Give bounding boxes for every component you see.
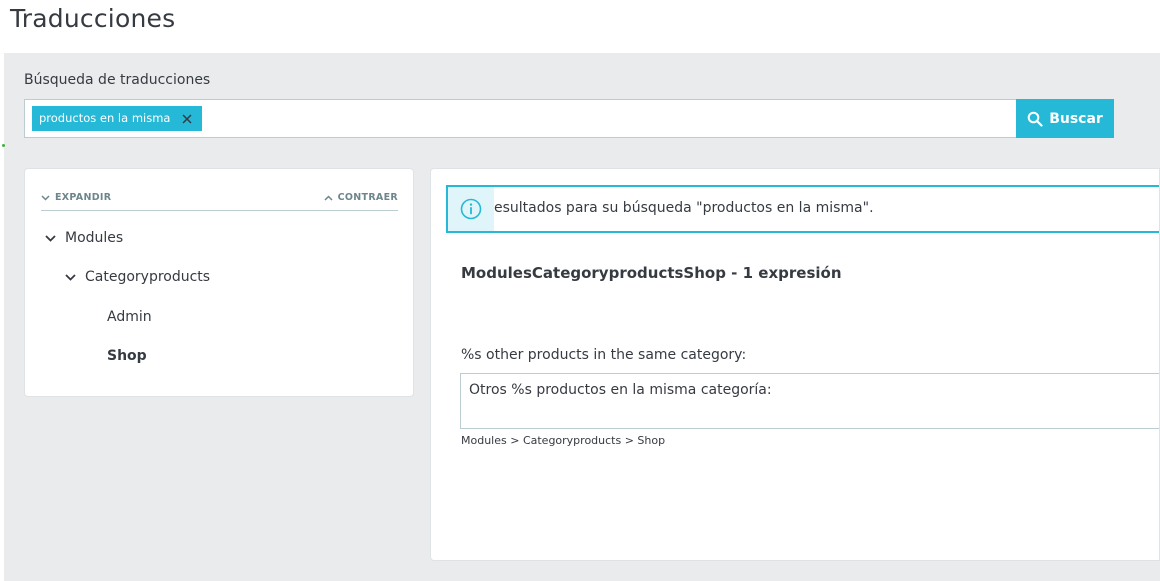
close-icon[interactable] [180, 106, 194, 131]
info-alert: esultados para su búsqueda "productos en… [446, 185, 1159, 233]
status-dot [2, 144, 5, 147]
alert-message: esultados para su búsqueda "productos en… [494, 200, 874, 216]
expand-button[interactable]: EXPANDIR [41, 192, 111, 203]
translation-field[interactable]: Otros %s productos en la misma categoría… [460, 373, 1159, 429]
alert-icon-area [448, 187, 494, 231]
chevron-down-icon [65, 273, 76, 281]
search-tag: productos en la misma [32, 106, 203, 131]
search-input[interactable]: productos en la misma [24, 99, 1017, 138]
tree-controls: EXPANDIR CONTRAER [41, 189, 398, 211]
results-panel: esultados para su búsqueda "productos en… [430, 168, 1160, 561]
tree-item-shop[interactable]: Shop [107, 348, 147, 364]
search-button-label: Buscar [1049, 110, 1103, 127]
collapse-label: CONTRAER [337, 192, 398, 203]
tree-item-modules[interactable]: Modules [45, 230, 123, 246]
search-label: Búsqueda de traducciones [24, 72, 211, 88]
search-tag-label: productos en la misma [39, 111, 171, 125]
breadcrumb: Modules > Categoryproducts > Shop [461, 434, 666, 447]
search-icon [1027, 111, 1043, 127]
tree-item-admin[interactable]: Admin [107, 309, 152, 325]
source-text-label: %s other products in the same category: [461, 347, 747, 363]
domain-title: ModulesCategoryproductsShop - 1 expresió… [461, 264, 842, 282]
collapse-button[interactable]: CONTRAER [324, 192, 398, 203]
tree-item-categoryproducts[interactable]: Categoryproducts [65, 269, 210, 285]
info-icon [460, 198, 482, 220]
tree-item-label: Admin [107, 309, 152, 325]
expand-label: EXPANDIR [55, 192, 112, 203]
tree-item-label: Categoryproducts [85, 269, 211, 285]
tree-item-label: Shop [107, 348, 147, 364]
page-title: Traducciones [10, 4, 176, 33]
chevron-down-icon [41, 194, 50, 201]
tree-panel: EXPANDIR CONTRAER Modules Categoryproduc… [24, 168, 414, 397]
chevron-down-icon [45, 234, 56, 242]
chevron-up-icon [324, 194, 333, 201]
search-button[interactable]: Buscar [1016, 99, 1114, 138]
tree-item-label: Modules [65, 230, 124, 246]
